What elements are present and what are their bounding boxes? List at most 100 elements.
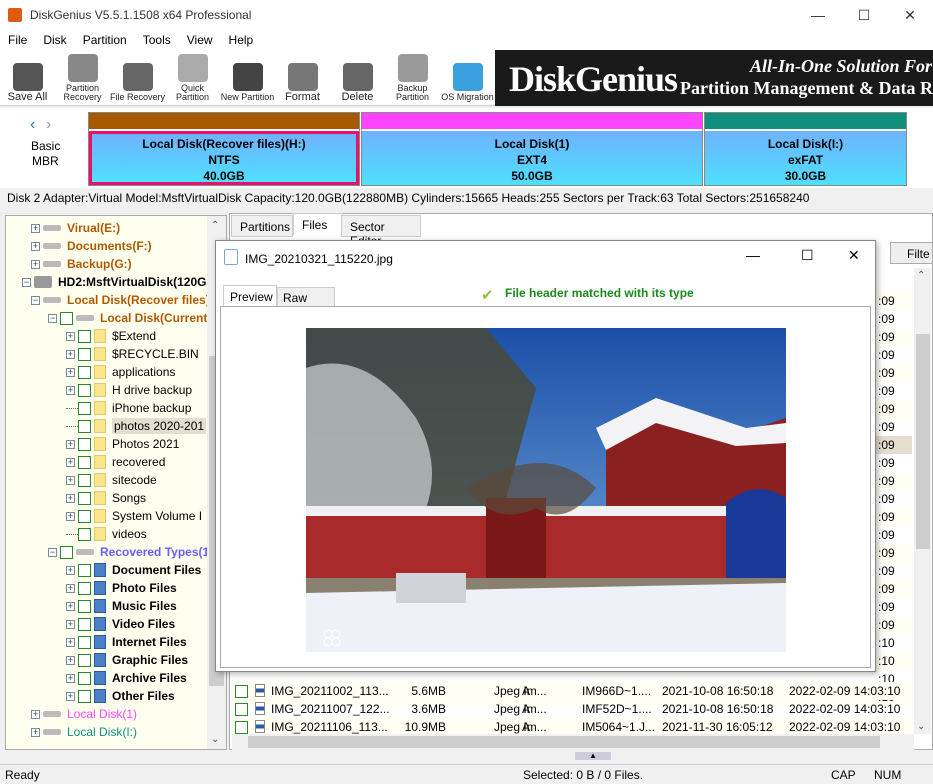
tree-node[interactable]: + System Volume I (66, 507, 202, 525)
tree-node[interactable]: + applications (66, 363, 175, 381)
checkbox[interactable] (78, 671, 91, 685)
checkbox[interactable] (78, 527, 91, 541)
backup-partition-button[interactable]: Backup Partition (385, 50, 440, 106)
expand-icon[interactable]: + (31, 259, 40, 269)
checkbox[interactable] (60, 311, 73, 325)
dialog-close-button[interactable]: ✕ (848, 247, 860, 264)
checkbox[interactable] (78, 419, 91, 433)
splitter-toggle-icon[interactable]: ▲ (575, 752, 611, 760)
collapse-icon[interactable]: − (48, 547, 57, 557)
menu-help[interactable]: Help (221, 30, 262, 50)
new-partition-button[interactable]: New Partition (220, 50, 275, 106)
tree-node[interactable]: − HD2:MsftVirtualDisk(120GB) (22, 273, 219, 291)
checkbox[interactable] (78, 509, 91, 523)
checkbox[interactable] (78, 581, 91, 595)
checkbox[interactable] (78, 563, 91, 577)
expand-icon[interactable]: + (66, 511, 75, 521)
tab-preview[interactable]: Preview (223, 285, 277, 307)
expand-icon[interactable]: + (66, 457, 75, 467)
expand-icon[interactable]: + (66, 493, 75, 503)
tree-node[interactable]: + Local Disk(1) (31, 705, 137, 723)
tree-node[interactable]: + Documents(F:) (31, 237, 152, 255)
minimize-button[interactable]: — (795, 0, 841, 30)
checkbox[interactable] (78, 437, 91, 451)
partition-block[interactable]: Local Disk(I:) exFAT 30.0GB (704, 112, 907, 186)
table-row[interactable]: IMG_20211002_113... 5.6MB Jpeg Im... A IM966… (232, 682, 912, 700)
file-recovery-button[interactable]: File Recovery (110, 50, 165, 106)
tree-node[interactable]: + sitecode (66, 471, 157, 489)
menu-disk[interactable]: Disk (35, 30, 74, 50)
expand-icon[interactable]: + (66, 385, 75, 395)
checkbox[interactable] (78, 365, 91, 379)
tree-node[interactable]: + recovered (66, 453, 165, 471)
checkbox[interactable] (78, 455, 91, 469)
tree-node[interactable]: + H drive backup (66, 381, 192, 399)
tree-node[interactable]: + Video Files (66, 615, 175, 633)
table-row[interactable]: IMG_20211007_122... 3.6MB Jpeg Im... A IMF52… (232, 700, 912, 718)
tree-node[interactable]: + Virual(E:) (31, 219, 120, 237)
checkbox[interactable] (78, 329, 91, 343)
save-all-button[interactable]: Save All (0, 50, 55, 106)
tab-partitions[interactable]: Partitions (231, 215, 293, 237)
filter-button[interactable]: Filte (890, 242, 933, 264)
expand-icon[interactable]: + (66, 349, 75, 359)
tree-node[interactable]: photos 2020-201 (66, 417, 207, 435)
dialog-maximize-button[interactable]: ☐ (801, 247, 814, 264)
menu-file[interactable]: File (0, 30, 35, 50)
dialog-minimize-button[interactable]: — (746, 247, 760, 263)
tree-node[interactable]: + Archive Files (66, 669, 187, 687)
expand-icon[interactable]: + (66, 331, 75, 341)
expand-icon[interactable]: + (66, 673, 75, 683)
menu-tools[interactable]: Tools (135, 30, 179, 50)
tree-node[interactable]: + $RECYCLE.BIN (66, 345, 199, 363)
expand-icon[interactable]: + (66, 367, 75, 377)
os-migration-button[interactable]: OS Migration (440, 50, 495, 106)
tree-node[interactable]: + Document Files (66, 561, 201, 579)
tree-node[interactable]: videos (66, 525, 147, 543)
forward-arrow-icon[interactable]: › (46, 116, 51, 134)
directory-tree[interactable]: + Virual(E:) + Documents(F:) + Backup(G:) − HD2… (5, 215, 227, 750)
tree-node[interactable]: + $Extend (66, 327, 156, 345)
tree-node[interactable]: + Backup(G:) (31, 255, 132, 273)
format-button[interactable]: Format (275, 50, 330, 106)
tree-node[interactable]: + Music Files (66, 597, 177, 615)
quick-partition-button[interactable]: Quick Partition (165, 50, 220, 106)
checkbox[interactable] (78, 473, 91, 487)
tree-node[interactable]: + Internet Files (66, 633, 187, 651)
menu-view[interactable]: View (179, 30, 221, 50)
expand-icon[interactable]: + (31, 241, 40, 251)
collapse-icon[interactable]: − (31, 295, 40, 305)
checkbox[interactable] (78, 635, 91, 649)
expand-icon[interactable]: + (66, 691, 75, 701)
delete-button[interactable]: Delete (330, 50, 385, 106)
checkbox[interactable] (78, 617, 91, 631)
expand-icon[interactable]: + (66, 637, 75, 647)
file-list-scrollbar[interactable]: ⌃ ⌄ (914, 268, 931, 734)
menu-partition[interactable]: Partition (75, 30, 135, 50)
maximize-button[interactable]: ☐ (841, 0, 887, 30)
checkbox[interactable] (78, 491, 91, 505)
checkbox[interactable] (235, 685, 248, 698)
expand-icon[interactable]: + (66, 439, 75, 449)
expand-icon[interactable]: + (66, 601, 75, 611)
expand-icon[interactable]: + (31, 223, 40, 233)
partition-block[interactable]: Local Disk(1) EXT4 50.0GB (361, 112, 703, 186)
tab-raw-data[interactable]: Raw Data (277, 287, 335, 319)
checkbox[interactable] (78, 599, 91, 613)
tree-node[interactable]: − Recovered Types(1 (48, 543, 209, 561)
expand-icon[interactable]: + (66, 565, 75, 575)
expand-icon[interactable]: + (31, 727, 40, 737)
expand-icon[interactable]: + (31, 709, 40, 719)
tree-node[interactable]: + Other Files (66, 687, 175, 705)
expand-icon[interactable]: + (66, 655, 75, 665)
tree-node[interactable]: − Local Disk(Current) (48, 309, 211, 327)
tab-files[interactable]: Files (293, 213, 343, 235)
partition-recovery-button[interactable]: Partition Recovery (55, 50, 110, 106)
tree-node[interactable]: + Local Disk(I:) (31, 723, 137, 741)
tree-node[interactable]: + Songs (66, 489, 146, 507)
partition-block[interactable]: Local Disk(Recover files)(H:) NTFS 40.0GB (88, 112, 360, 186)
checkbox[interactable] (235, 703, 248, 716)
collapse-icon[interactable]: − (48, 313, 57, 323)
checkbox[interactable] (78, 347, 91, 361)
tree-node[interactable]: + Photo Files (66, 579, 177, 597)
